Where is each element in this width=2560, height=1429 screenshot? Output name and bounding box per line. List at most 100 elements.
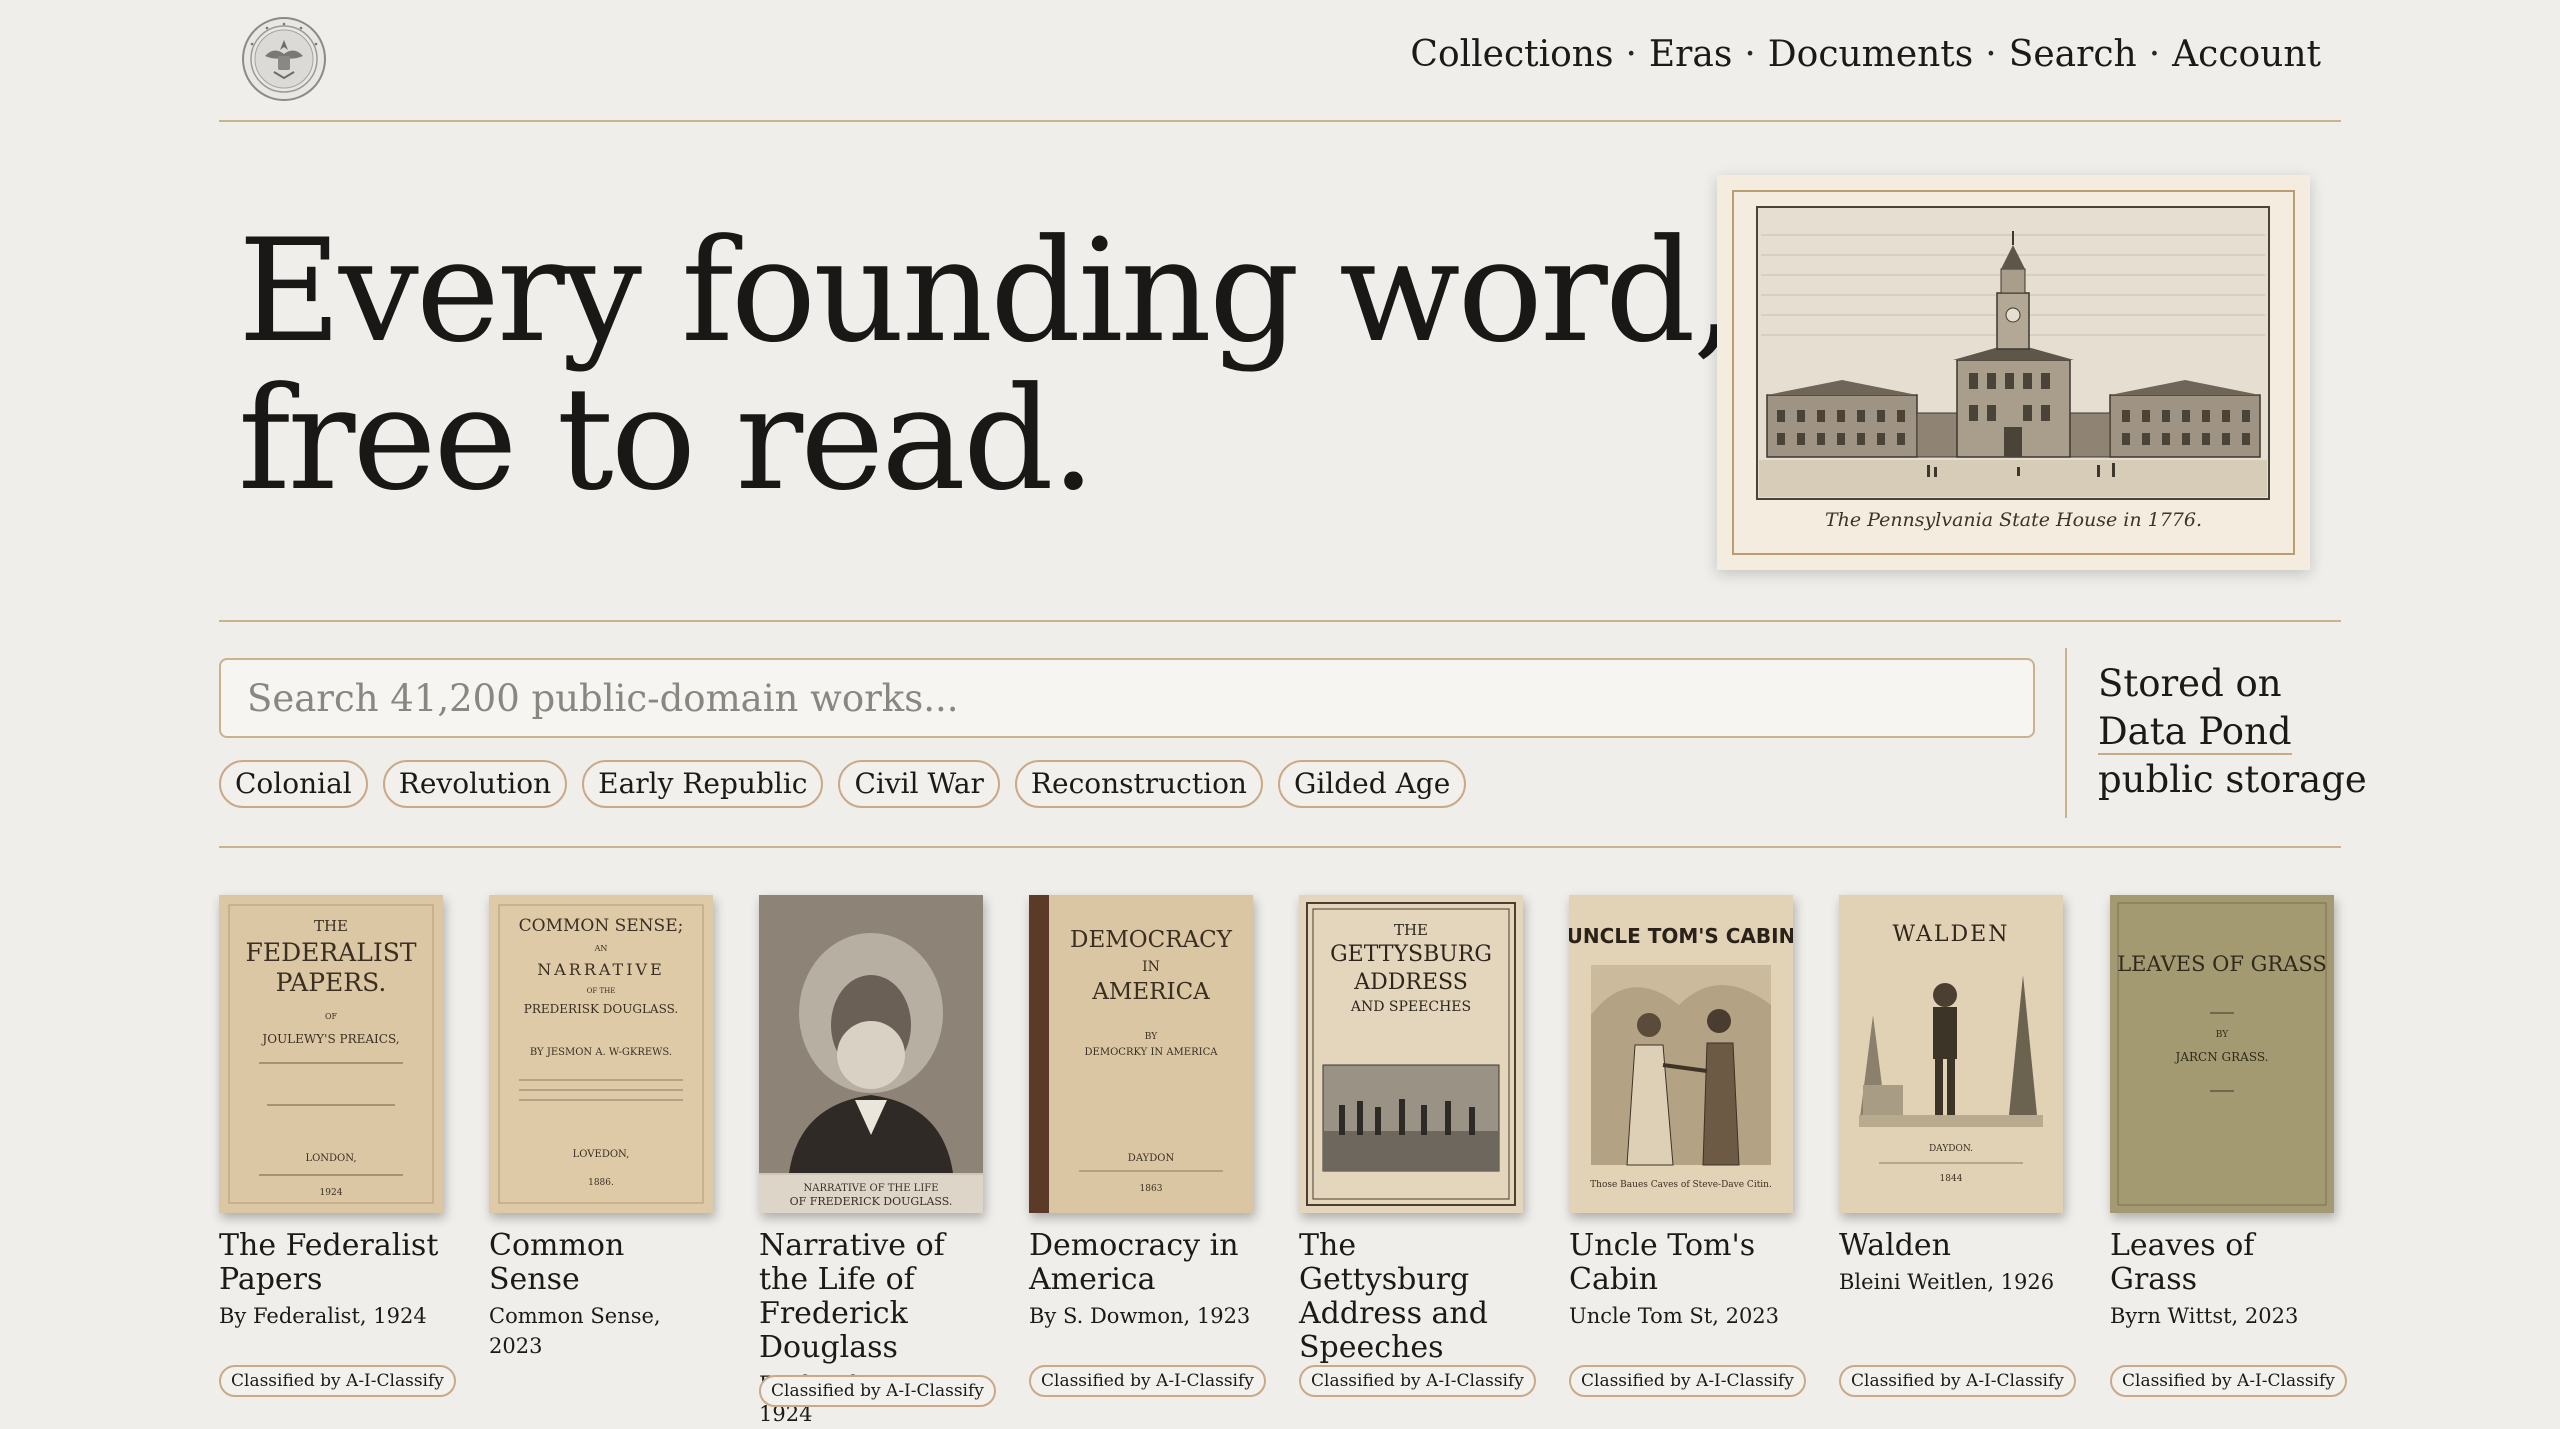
book-cover[interactable]: COMMON SENSE; AN NARRATIVE OF THE PREDER… [489, 895, 713, 1213]
classified-badge: Classified by A-I-Classify [1029, 1365, 1266, 1397]
nav-separator: · [1985, 34, 1997, 75]
era-chip-early-republic[interactable]: Early Republic [582, 760, 824, 808]
book-byline: By Federalist, 1924 [219, 1304, 427, 1328]
book-byline: Bleini Weitlen, 1926 [1839, 1270, 2055, 1294]
book-title[interactable]: The Federalist Papers [219, 1229, 443, 1297]
classified-badge: Classified by A-I-Classify [2110, 1365, 2347, 1397]
book-card[interactable]: UNCLE TOM'S CABIN Those Baues Caves of S… [1569, 895, 1806, 1397]
cover-text: 1844 [1940, 1174, 1963, 1184]
nav-search[interactable]: Search [2009, 34, 2137, 75]
hero-title-line1: Every founding word, [238, 209, 1738, 374]
cover-text: WALDEN [1893, 922, 2010, 947]
era-chip-gilded-age[interactable]: Gilded Age [1277, 760, 1467, 808]
cover-text: OF FREDERICK DOUGLASS. [790, 1195, 953, 1208]
book-title[interactable]: Common Sense [489, 1229, 713, 1297]
cover-text: AN [594, 944, 608, 953]
cover-text: LONDON, [305, 1153, 356, 1164]
book-card[interactable]: THE FEDERALIST PAPERS. OF JOULEWY'S PREA… [219, 895, 456, 1397]
era-filter-chips: Colonial Revolution Early Republic Civil… [219, 760, 1467, 808]
book-card[interactable]: COMMON SENSE; AN NARRATIVE OF THE PREDER… [489, 895, 713, 1361]
storage-line3: public storage [2098, 758, 2367, 801]
cover-text: ADDRESS [1353, 970, 1468, 995]
cover-text: UNCLE TOM'S CABIN [1569, 924, 1793, 948]
engraving-caption: The Pennsylvania State House in 1776. [1824, 509, 2203, 531]
cover-text: DAYDON [1128, 1153, 1175, 1164]
search-vertical-divider [2065, 648, 2067, 818]
cover-text: NARRATIVE [537, 960, 665, 979]
cover-text: 1886. [588, 1178, 614, 1188]
nav-documents[interactable]: Documents [1768, 34, 1973, 75]
cover-text: Those Baues Caves of Steve-Dave Citin. [1590, 1180, 1772, 1190]
cover-text: BY [1145, 1032, 1158, 1042]
cover-text: 1924 [320, 1188, 343, 1198]
era-chip-civil-war[interactable]: Civil War [838, 760, 1000, 808]
storage-link[interactable]: Data Pond [2098, 710, 2292, 755]
cover-text: DEMOCRKY IN AMERICA [1085, 1047, 1219, 1058]
book-card[interactable]: WALDEN DAYDON. 1844 Walden Bleini Weitle… [1839, 895, 2076, 1397]
cover-text: OF THE [587, 987, 616, 995]
nav-collections[interactable]: Collections [1410, 34, 1613, 75]
nav-separator: · [1625, 34, 1637, 75]
book-byline: By S. Dowmon, 1923 [1029, 1304, 1251, 1328]
nav-separator: · [2148, 34, 2161, 75]
book-cover[interactable]: THE FEDERALIST PAPERS. OF JOULEWY'S PREA… [219, 895, 443, 1213]
era-chip-colonial[interactable]: Colonial [219, 760, 368, 808]
book-title[interactable]: Uncle Tom's Cabin [1569, 1229, 1793, 1297]
cover-text: JARCN GRASS. [2174, 1050, 2269, 1064]
classified-badge: Classified by A-I-Classify [759, 1375, 996, 1407]
book-cover[interactable]: THE GETTYSBURG ADDRESS AND SPEECHES [1299, 895, 1523, 1213]
cover-text: IN [1142, 959, 1160, 975]
hero-title-line2: free to read. [238, 357, 1096, 522]
cover-text: LEAVES OF GRASS [2117, 952, 2327, 976]
cover-text: 1863 [1140, 1184, 1163, 1194]
classified-badge: Classified by A-I-Classify [219, 1365, 456, 1397]
cover-text: JOULEWY'S PREAICS, [260, 1032, 399, 1046]
cover-text: OF [325, 1012, 338, 1021]
hero-divider [219, 620, 2341, 622]
cover-text: GETTYSBURG [1330, 942, 1492, 967]
book-card[interactable]: NARRATIVE OF THE LIFE OF FREDERICK DOUGL… [759, 895, 996, 1429]
book-cover[interactable]: UNCLE TOM'S CABIN Those Baues Caves of S… [1569, 895, 1793, 1213]
cover-text: THE [1394, 921, 1428, 939]
era-chip-revolution[interactable]: Revolution [382, 760, 568, 808]
classified-badge: Classified by A-I-Classify [1839, 1365, 2076, 1397]
book-card[interactable]: LEAVES OF GRASS BY JARCN GRASS. Leaves o… [2110, 895, 2347, 1397]
book-cover[interactable]: NARRATIVE OF THE LIFE OF FREDERICK DOUGL… [759, 895, 983, 1213]
classified-badge: Classified by A-I-Classify [1569, 1365, 1806, 1397]
book-byline: Uncle Tom St, 2023 [1569, 1304, 1780, 1328]
cover-text: DAYDON. [1929, 1144, 1973, 1154]
cover-text: NARRATIVE OF THE LIFE [803, 1183, 938, 1194]
book-title[interactable]: Walden [1839, 1229, 2063, 1263]
book-card[interactable]: DEMOCRACY IN AMERICA BY DEMOCRKY IN AMER… [1029, 895, 1266, 1397]
book-title[interactable]: Leaves of Grass [2110, 1229, 2334, 1297]
book-cover[interactable]: LEAVES OF GRASS BY JARCN GRASS. [2110, 895, 2334, 1213]
book-cover[interactable]: WALDEN DAYDON. 1844 [1839, 895, 2063, 1213]
nav-eras[interactable]: Eras [1649, 34, 1732, 75]
search-input[interactable] [219, 658, 2035, 738]
book-title[interactable]: Democracy in America [1029, 1229, 1253, 1297]
cover-text: BY [2216, 1030, 2229, 1040]
nav-account[interactable]: Account [2172, 34, 2321, 75]
storage-line1: Stored on [2098, 662, 2282, 705]
cover-text: AND SPEECHES [1350, 999, 1471, 1015]
cover-text: THE [314, 917, 348, 935]
book-byline: Byrn Wittst, 2023 [2110, 1304, 2299, 1328]
cover-text: BY JESMON A. W-GKREWS. [530, 1047, 672, 1058]
book-title[interactable]: The Gettysburg Address and Speeches [1299, 1229, 1523, 1365]
cover-text: PREDERISK DOUGLASS. [524, 1002, 678, 1016]
seal-logo[interactable] [241, 16, 327, 102]
cover-text: LOVEDON, [573, 1149, 630, 1160]
book-cover[interactable]: DEMOCRACY IN AMERICA BY DEMOCRKY IN AMER… [1029, 895, 1253, 1213]
book-card[interactable]: THE GETTYSBURG ADDRESS AND SPEECHES The … [1299, 895, 1536, 1397]
hero-engraving-image: The Pennsylvania State House in 1776. [1717, 175, 2310, 570]
top-nav: Collections · Eras · Documents · Search · Accoun… [1410, 34, 2321, 75]
nav-separator: · [1744, 34, 1756, 75]
cover-text: COMMON SENSE; [519, 916, 684, 936]
cover-text: DEMOCRACY [1070, 927, 1233, 953]
cover-text: FEDERALIST [245, 938, 416, 967]
storage-note: Stored on Data Pond public storage [2098, 660, 2367, 804]
book-title[interactable]: Narrative of the Life of Frederick Dougl… [759, 1229, 983, 1365]
era-chip-reconstruction[interactable]: Reconstruction [1014, 760, 1263, 808]
header-divider [219, 120, 2341, 122]
hero-title: Every founding word, free to read. [238, 218, 1738, 514]
